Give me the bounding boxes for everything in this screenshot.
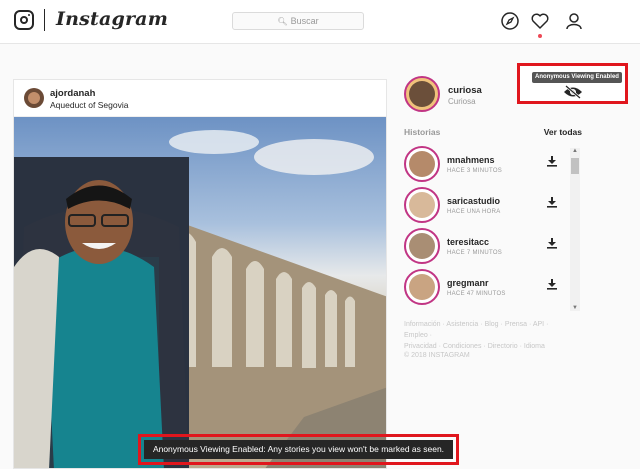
post-header: ajordanah Aqueduct of Segovia: [14, 80, 386, 117]
story-time: HACE UNA HORA: [447, 209, 501, 215]
story-item[interactable]: teresitacc HACE 7 MINUTOS: [404, 228, 572, 266]
post-photo[interactable]: [14, 117, 386, 468]
story-avatar[interactable]: [404, 146, 440, 182]
story-avatar[interactable]: [404, 269, 440, 305]
compass-icon[interactable]: [500, 11, 520, 31]
profile-fullname: Curiosa: [448, 97, 476, 106]
post-username[interactable]: ajordanah: [50, 88, 95, 99]
instagram-wordmark[interactable]: Instagram: [56, 8, 168, 30]
anonymous-toggle-highlight: Anonymous Viewing Enabled: [517, 63, 628, 104]
footer-link[interactable]: Información: [404, 321, 441, 328]
heart-icon[interactable]: [530, 11, 550, 31]
footer-link[interactable]: Condiciones: [443, 343, 482, 350]
download-icon[interactable]: [546, 278, 558, 290]
profile-username[interactable]: curiosa: [448, 85, 482, 96]
download-icon[interactable]: [546, 196, 558, 208]
stories-panel: Historias Ver todas mnahmens HACE 3 MINU…: [404, 121, 582, 311]
footer-link[interactable]: Privacidad: [404, 343, 437, 350]
search-icon: 🔍︎: [277, 17, 288, 26]
profile-avatar[interactable]: [404, 76, 440, 112]
story-time: HACE 47 MINUTOS: [447, 291, 506, 297]
instagram-camera-icon[interactable]: [14, 10, 34, 30]
avatar[interactable]: [24, 88, 44, 108]
eye-slash-icon[interactable]: [562, 85, 584, 99]
story-item[interactable]: gregmanr HACE 47 MINUTOS: [404, 269, 572, 307]
footer-link[interactable]: API: [533, 321, 544, 328]
download-icon[interactable]: [546, 155, 558, 167]
stories-title: Historias: [404, 127, 441, 137]
story-time: HACE 7 MINUTOS: [447, 250, 503, 256]
user-icon[interactable]: [564, 11, 584, 31]
anonymous-banner: Anonymous Viewing Enabled: Any stories y…: [144, 440, 453, 459]
footer-link[interactable]: Idioma: [524, 343, 545, 350]
footer-link[interactable]: Blog: [485, 321, 499, 328]
search-placeholder: Buscar: [290, 16, 319, 26]
logo-divider: [44, 9, 45, 31]
anonymous-banner-highlight: Anonymous Viewing Enabled: Any stories y…: [138, 434, 459, 465]
footer-link[interactable]: Directorio: [488, 343, 518, 350]
story-avatar[interactable]: [404, 228, 440, 264]
footer-link[interactable]: Asistencia: [446, 321, 478, 328]
notification-dot: [538, 34, 542, 38]
story-username[interactable]: saricastudio: [447, 196, 500, 206]
top-navbar: Instagram 🔍︎ Buscar: [0, 0, 640, 44]
scrollbar-thumb[interactable]: [571, 158, 579, 174]
see-all-stories-link[interactable]: Ver todas: [544, 127, 582, 137]
footer-link[interactable]: Prensa: [505, 321, 527, 328]
anonymous-tooltip: Anonymous Viewing Enabled: [532, 72, 622, 83]
scroll-up-icon[interactable]: ▲: [572, 148, 578, 154]
scroll-down-icon[interactable]: ▼: [572, 305, 578, 311]
aqueduct-photo-illustration: [14, 130, 386, 468]
copyright: © 2018 INSTAGRAM: [404, 352, 470, 359]
post-location[interactable]: Aqueduct of Segovia: [50, 100, 128, 110]
story-item[interactable]: saricastudio HACE UNA HORA: [404, 187, 572, 225]
search-input[interactable]: 🔍︎ Buscar: [232, 12, 364, 30]
footer-link[interactable]: Empleo: [404, 332, 428, 339]
story-item[interactable]: mnahmens HACE 3 MINUTOS: [404, 146, 572, 184]
story-username[interactable]: teresitacc: [447, 237, 489, 247]
story-username[interactable]: gregmanr: [447, 278, 489, 288]
feed-post: ajordanah Aqueduct of Segovia: [13, 79, 387, 469]
story-username[interactable]: mnahmens: [447, 155, 495, 165]
story-time: HACE 3 MINUTOS: [447, 168, 503, 174]
footer-links: Información · Asistencia · Blog · Prensa…: [404, 321, 549, 350]
download-icon[interactable]: [546, 237, 558, 249]
stories-scrollbar[interactable]: ▲ ▼: [570, 148, 580, 311]
story-avatar[interactable]: [404, 187, 440, 223]
